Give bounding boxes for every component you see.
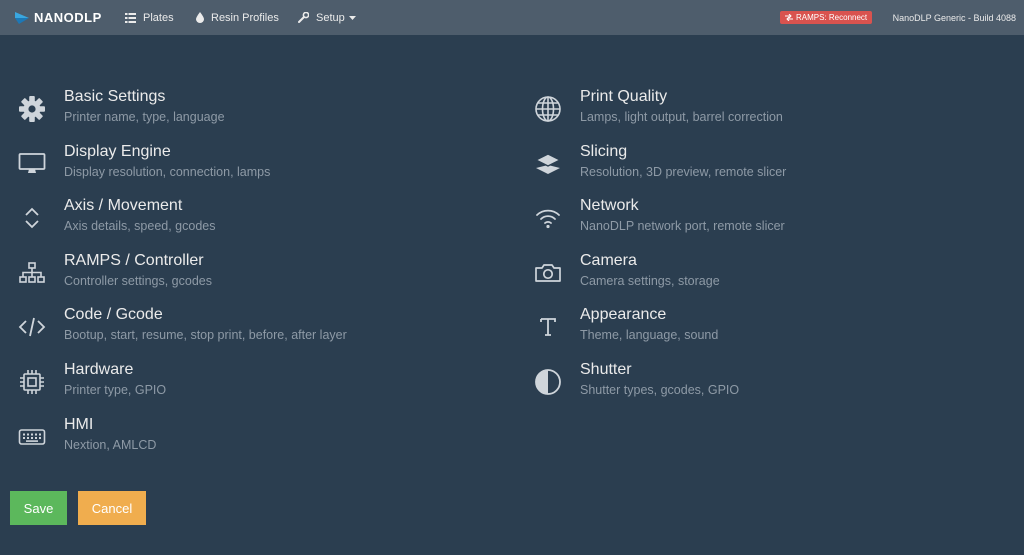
settings-hmi[interactable]: HMI Nextion, AMLCD xyxy=(16,416,456,460)
ramps-reconnect-badge[interactable]: RAMPS: Reconnect xyxy=(780,11,873,24)
ramps-reconnect-label: RAMPS: Reconnect xyxy=(796,13,868,22)
settings-description: Printer name, type, language xyxy=(64,110,225,124)
brand-logo[interactable]: NANODLP xyxy=(14,0,102,35)
list-icon xyxy=(125,12,136,23)
half-circle-icon xyxy=(532,366,564,398)
gear-icon xyxy=(16,93,48,125)
settings-description: Nextion, AMLCD xyxy=(64,438,157,452)
settings-basic-settings[interactable]: Basic Settings Printer name, type, langu… xyxy=(16,88,456,132)
build-info: NanoDLP Generic - Build 4088 xyxy=(892,12,1016,23)
globe-icon xyxy=(532,93,564,125)
settings-hardware[interactable]: Hardware Printer type, GPIO xyxy=(16,361,456,405)
settings-title: Network xyxy=(580,197,639,214)
sitemap-icon xyxy=(16,257,48,289)
settings-description: Printer type, GPIO xyxy=(64,383,167,397)
nav-setup[interactable]: Setup xyxy=(298,0,356,35)
chip-icon xyxy=(16,366,48,398)
code-icon xyxy=(16,311,48,343)
settings-description: Resolution, 3D preview, remote slicer xyxy=(580,165,787,179)
settings-network[interactable]: Network NanoDLP network port, remote sli… xyxy=(532,197,972,241)
settings-description: Theme, language, sound xyxy=(580,328,719,342)
nanodlp-logo-icon xyxy=(15,11,29,24)
settings-appearance[interactable]: Appearance Theme, language, sound xyxy=(532,306,972,350)
camera-icon xyxy=(532,257,564,289)
settings-title: Slicing xyxy=(580,143,628,160)
layers-icon xyxy=(532,148,564,180)
settings-title: Camera xyxy=(580,252,637,269)
settings-description: NanoDLP network port, remote slicer xyxy=(580,219,785,233)
save-button[interactable]: Save xyxy=(10,491,67,525)
settings-title: Display Engine xyxy=(64,143,171,160)
settings-title: Basic Settings xyxy=(64,88,166,105)
settings-camera[interactable]: Camera Camera settings, storage xyxy=(532,252,972,296)
settings-title: Axis / Movement xyxy=(64,197,183,214)
settings-title: Hardware xyxy=(64,361,134,378)
settings-title: Print Quality xyxy=(580,88,668,105)
cancel-button[interactable]: Cancel xyxy=(78,491,146,525)
settings-shutter[interactable]: Shutter Shutter types, gcodes, GPIO xyxy=(532,361,972,405)
settings-title: Appearance xyxy=(580,306,667,323)
nav-setup-label: Setup xyxy=(316,11,345,24)
nav-resin-profiles[interactable]: Resin Profiles xyxy=(196,0,279,35)
exchange-icon xyxy=(785,14,793,21)
settings-print-quality[interactable]: Print Quality Lamps, light output, barre… xyxy=(532,88,972,132)
nav-resin-profiles-label: Resin Profiles xyxy=(211,11,279,24)
caret-down-icon xyxy=(348,15,356,20)
nav-plates-label: Plates xyxy=(143,11,174,24)
wrench-icon xyxy=(298,12,309,23)
settings-description: Shutter types, gcodes, GPIO xyxy=(580,383,740,397)
keyboard-icon xyxy=(16,421,48,453)
settings-code-gcode[interactable]: Code / Gcode Bootup, start, resume, stop… xyxy=(16,306,456,350)
settings-slicing[interactable]: Slicing Resolution, 3D preview, remote s… xyxy=(532,143,972,187)
settings-axis-movement[interactable]: Axis / Movement Axis details, speed, gco… xyxy=(16,197,456,241)
settings-description: Lamps, light output, barrel correction xyxy=(580,110,783,124)
settings-title: Shutter xyxy=(580,361,632,378)
text-t-icon xyxy=(532,311,564,343)
settings-description: Bootup, start, resume, stop print, befor… xyxy=(64,328,347,342)
settings-display-engine[interactable]: Display Engine Display resolution, conne… xyxy=(16,143,456,187)
chevron-up-down-icon xyxy=(16,202,48,234)
drop-icon xyxy=(196,12,204,23)
settings-description: Display resolution, connection, lamps xyxy=(64,165,271,179)
brand-name: NANODLP xyxy=(34,10,102,25)
top-navbar: NANODLP Plates Resin Profiles Setup RAMP… xyxy=(0,0,1024,35)
wifi-icon xyxy=(532,202,564,234)
monitor-icon xyxy=(16,148,48,180)
settings-title: Code / Gcode xyxy=(64,306,163,323)
settings-title: HMI xyxy=(64,416,94,433)
settings-description: Camera settings, storage xyxy=(580,274,720,288)
nav-plates[interactable]: Plates xyxy=(125,0,174,35)
settings-ramps-controller[interactable]: RAMPS / Controller Controller settings, … xyxy=(16,252,456,296)
settings-description: Controller settings, gcodes xyxy=(64,274,212,288)
settings-description: Axis details, speed, gcodes xyxy=(64,219,216,233)
settings-title: RAMPS / Controller xyxy=(64,252,204,269)
